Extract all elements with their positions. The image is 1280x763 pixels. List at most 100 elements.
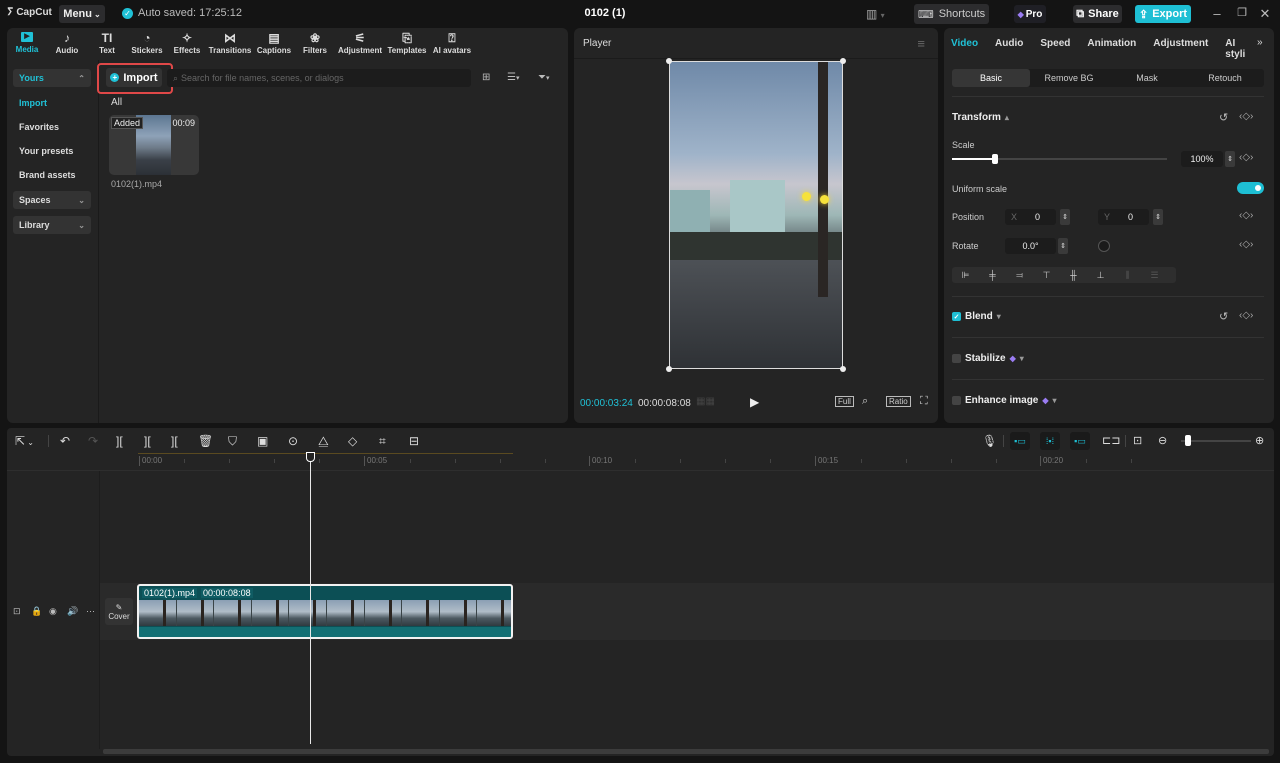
freeze-icon[interactable]: ▣ [257, 434, 268, 448]
keyframe-icon[interactable]: ‹◇› [1239, 310, 1253, 321]
filter-icon[interactable]: ⏷▾ [538, 72, 550, 83]
blend-section[interactable]: ✓ Blend ▾ [952, 311, 1001, 322]
lock-icon[interactable]: 🔒 [31, 606, 42, 617]
subtab-mask[interactable]: Mask [1108, 69, 1186, 87]
video-preview[interactable] [669, 61, 843, 369]
timeline-ruler[interactable] [7, 453, 1274, 471]
nav-group-yours[interactable]: Yours ⌃ [13, 69, 91, 87]
tab-audio[interactable]: Audio [995, 38, 1023, 60]
layout-icon[interactable]: ▥ ▾ [866, 7, 885, 21]
marker-icon[interactable]: ⛉ [228, 434, 237, 449]
full-button[interactable]: Full [835, 396, 854, 407]
resize-handle[interactable] [840, 366, 846, 372]
track-thumbnail-icon[interactable]: ⊡ [13, 606, 21, 617]
align-right-icon[interactable]: ⫤ [1006, 270, 1033, 281]
tab-adjustment[interactable]: Adjustment [1153, 38, 1208, 60]
nav-item-favorites[interactable]: Favorites [19, 122, 59, 132]
align-top-icon[interactable]: ⊤ [1033, 270, 1060, 281]
timeline-zoom-handle[interactable] [1185, 435, 1191, 446]
stabilize-checkbox[interactable] [952, 354, 961, 363]
tab-video[interactable]: Video [951, 38, 978, 60]
mirror-icon[interactable]: ⧋ [318, 434, 329, 449]
zoom-in-icon[interactable]: ⊕ [1255, 434, 1264, 447]
nav-group-library[interactable]: Library ⌄ [13, 216, 91, 234]
tab-animation[interactable]: Animation [1087, 38, 1136, 60]
expand-tabs-icon[interactable]: » [1257, 37, 1263, 48]
align-bottom-icon[interactable]: ⊥ [1087, 270, 1114, 281]
playhead-handle[interactable] [306, 452, 315, 462]
position-y-stepper[interactable]: ⇕ [1153, 209, 1163, 225]
position-x-input[interactable]: X0 [1005, 209, 1056, 225]
tab-transitions[interactable]: ⋈ Transitions [207, 28, 253, 58]
hamburger-menu-icon[interactable]: ≡ [917, 36, 925, 51]
subtab-basic[interactable]: Basic [952, 69, 1030, 87]
tab-speed[interactable]: Speed [1040, 38, 1070, 60]
tab-ai-avatars[interactable]: ⍰ AI avatars [429, 28, 475, 58]
zoom-out-icon[interactable]: ⊖ [1158, 434, 1167, 447]
tab-stickers[interactable]: ◔ Stickers [127, 28, 167, 58]
playhead[interactable] [310, 454, 311, 744]
microphone-icon[interactable]: 🎙 [982, 434, 997, 448]
reverse-icon[interactable]: ⊙ [288, 434, 298, 448]
close-icon[interactable]: ✕ [1257, 6, 1273, 22]
blend-checkbox[interactable]: ✓ [952, 312, 961, 321]
stabilize-section[interactable]: Stabilize ◆ ▾ [952, 353, 1024, 364]
timeline-horizontal-scrollbar[interactable] [103, 749, 1269, 754]
subtab-retouch[interactable]: Retouch [1186, 69, 1264, 87]
pro-button[interactable]: ◆ Pro [1014, 5, 1046, 23]
tab-ai-stylize[interactable]: AI styli [1225, 38, 1257, 60]
nav-item-brand-assets[interactable]: Brand assets [19, 170, 76, 180]
nav-group-spaces[interactable]: Spaces ⌄ [13, 191, 91, 209]
uniform-scale-toggle[interactable] [1237, 182, 1264, 194]
crop-icon[interactable]: ⌗ [379, 434, 386, 449]
fit-timeline-icon[interactable]: ⊡ [1133, 434, 1142, 447]
rotate-stepper[interactable]: ⇕ [1058, 238, 1068, 254]
nav-item-import[interactable]: Import [19, 98, 47, 108]
volume-icon[interactable]: 🔊 [67, 606, 78, 617]
tab-media[interactable]: ▶ Media [7, 28, 47, 58]
export-button[interactable]: ⇪ Export [1135, 5, 1191, 23]
delete-icon[interactable]: 🗑 [198, 434, 213, 448]
subtab-remove-bg[interactable]: Remove BG [1030, 69, 1108, 87]
video-clip[interactable]: 0102(1).mp4 00:00:08:08 [137, 584, 513, 639]
preview-axis-icon[interactable]: ⊏⊐ [1102, 434, 1120, 447]
align-center-h-icon[interactable]: ╪ [979, 270, 1006, 280]
scale-stepper[interactable]: ⇕ [1225, 151, 1235, 167]
cover-button[interactable]: ✎ Cover [105, 598, 133, 625]
resize-handle[interactable] [840, 58, 846, 64]
tab-captions[interactable]: ▤ Captions [253, 28, 295, 58]
media-item-thumbnail[interactable]: Added 00:09 [109, 115, 199, 175]
keyframe-icon[interactable]: ‹◇› [1239, 111, 1253, 122]
restore-icon[interactable]: ❐ [1234, 6, 1250, 19]
share-button[interactable]: ⧉ Share [1073, 5, 1122, 23]
menu-button[interactable]: Menu ⌄ [59, 5, 105, 23]
position-y-input[interactable]: Y0 [1098, 209, 1149, 225]
resize-handle[interactable] [666, 366, 672, 372]
reset-icon[interactable]: ↺ [1219, 310, 1228, 323]
transform-section-toggle[interactable]: Transform ▴ [952, 112, 1009, 123]
sort-icon[interactable]: ☰▾ [507, 72, 519, 83]
tab-audio[interactable]: ♪ Audio [47, 28, 87, 58]
tab-text[interactable]: TI Text [87, 28, 127, 58]
split-icon[interactable]: ][ [116, 434, 123, 448]
main-track-magnet-icon[interactable]: ▪▭ [1010, 432, 1030, 450]
scale-input[interactable]: 100% [1181, 151, 1223, 167]
more-icon[interactable]: ⋯ [86, 606, 95, 617]
keyframe-icon[interactable]: ‹◇› [1239, 210, 1253, 221]
ratio-button[interactable]: Ratio [886, 396, 911, 407]
align-middle-v-icon[interactable]: ╫ [1060, 270, 1087, 280]
split-left-icon[interactable]: ][ [144, 434, 151, 448]
keyframe-icon[interactable]: ‹◇› [1239, 152, 1253, 163]
timeline-zoom-slider[interactable] [1181, 440, 1251, 442]
shortcuts-button[interactable]: ⌨ Shortcuts [914, 4, 989, 24]
enhance-image-checkbox[interactable] [952, 396, 961, 405]
search-input[interactable]: ⌕ Search for file names, scenes, or dialo… [167, 69, 471, 87]
tab-filters[interactable]: ❀ Filters [295, 28, 335, 58]
reset-icon[interactable]: ↺ [1219, 111, 1228, 124]
scale-slider-handle[interactable] [992, 154, 998, 164]
eye-icon[interactable]: ◉ [49, 606, 57, 617]
tab-effects[interactable]: ✧ Effects [167, 28, 207, 58]
resize-handle[interactable] [666, 58, 672, 64]
tab-adjustment[interactable]: ⚟ Adjustment [335, 28, 385, 58]
nav-item-your-presets[interactable]: Your presets [19, 146, 73, 156]
